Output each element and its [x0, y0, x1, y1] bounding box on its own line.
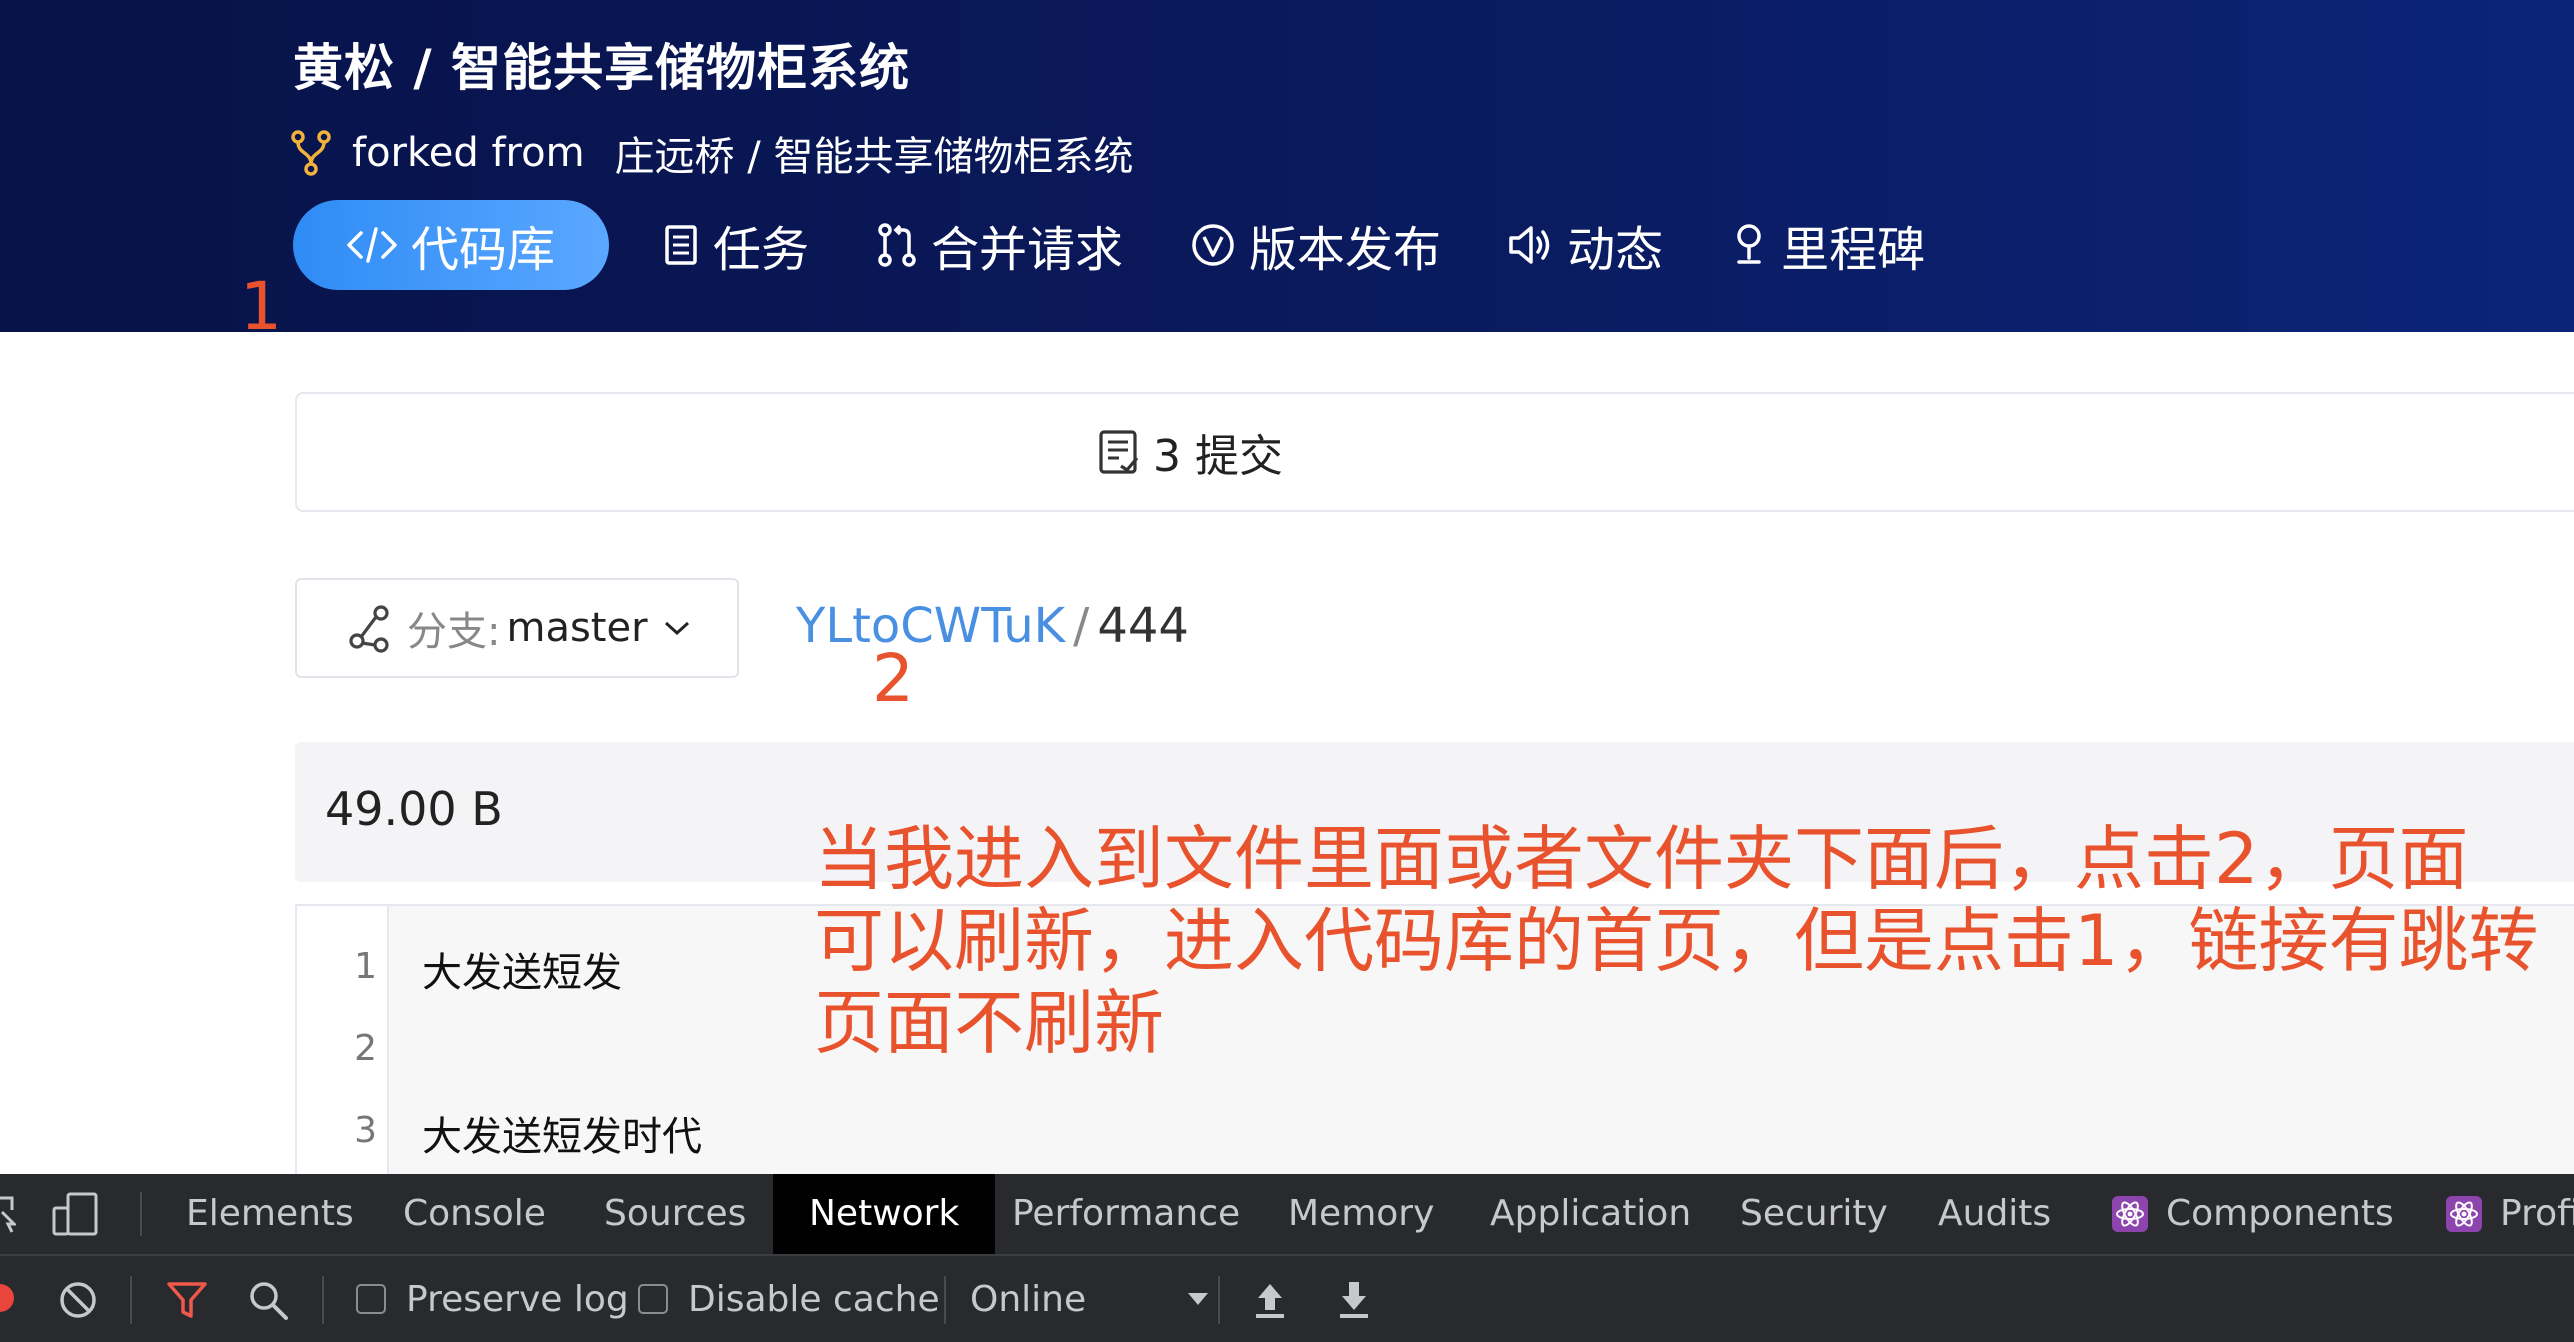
devtools-tab-elements[interactable]: Elements [186, 1174, 354, 1254]
fork-info: forked from 庄远桥 / 智能共享储物柜系统 [290, 122, 1133, 184]
tab-label: 任务 [713, 222, 810, 278]
repo-title[interactable]: 黄松 / 智能共享储物柜系统 [293, 28, 910, 100]
devtools-tabbar: Elements Console Sources Network Perform… [0, 1174, 2574, 1256]
task-icon [665, 225, 697, 265]
devtools-tab-console[interactable]: Console [403, 1174, 546, 1254]
react-icon [2446, 1196, 2482, 1232]
tab-label: 合并请求 [931, 222, 1124, 278]
tab-activity[interactable]: 动态 [1507, 200, 1663, 290]
breadcrumb-repo-link[interactable]: YLtoCWTuK [796, 598, 1065, 654]
tab-milestones[interactable]: 里程碑 [1729, 200, 1925, 290]
devtools-tab-components[interactable]: Components [2166, 1174, 2394, 1254]
branch-prefix: 分支: [407, 609, 501, 655]
disable-cache-toggle[interactable]: Disable cache [638, 1256, 940, 1342]
annotation-label-1: 1 [240, 268, 282, 345]
devtools-tab-profiler[interactable]: Profi [2500, 1174, 2574, 1254]
commit-count: 3 提交 [1153, 431, 1283, 482]
disable-cache-label: Disable cache [688, 1278, 940, 1320]
devtools-tab-sources[interactable]: Sources [604, 1174, 746, 1254]
device-toggle-icon[interactable] [52, 1192, 100, 1236]
annotation-note-line: 页面不刷新 [814, 982, 1164, 1064]
devtools-tab-performance[interactable]: Performance [1012, 1174, 1240, 1254]
speaker-icon [1509, 226, 1550, 264]
preserve-log-checkbox[interactable] [356, 1284, 386, 1314]
clear-icon[interactable] [58, 1280, 98, 1320]
code-icon [347, 227, 397, 263]
commit-link[interactable]: 3 提交 [1097, 394, 1283, 510]
devtools-tab-memory[interactable]: Memory [1288, 1174, 1434, 1254]
tab-label: 里程碑 [1781, 222, 1926, 278]
inspect-icon[interactable] [0, 1196, 16, 1234]
annotation-note-line: 可以刷新，进入代码库的首页，但是点击1，链接有跳转 [814, 900, 2539, 982]
breadcrumb: YLtoCWTuK / 444 [796, 598, 1189, 654]
annotation-note-line: 当我进入到文件里面或者文件夹下面后，点击2，页面 [814, 818, 2469, 900]
code-line: 大发送短发 [422, 950, 622, 996]
fork-source-link[interactable]: 庄远桥 / 智能共享储物柜系统 [615, 124, 1134, 182]
devtools-tab-network[interactable]: Network [773, 1174, 996, 1254]
breadcrumb-file: 444 [1097, 598, 1189, 654]
branch-icon [349, 605, 389, 653]
toolbar-divider [322, 1276, 324, 1324]
tab-label: 动态 [1567, 222, 1664, 278]
annotation-note: 当我进入到文件里面或者文件夹下面后，点击2，页面 可以刷新，进入代码库的首页，但… [814, 818, 2539, 1064]
toolbar-divider [944, 1276, 946, 1324]
record-button[interactable] [0, 1284, 14, 1312]
fork-prefix: forked from [352, 130, 585, 176]
commit-summary: 3 提交 [295, 392, 2574, 512]
line-number: 1 [354, 946, 377, 987]
fork-icon [291, 130, 331, 176]
tab-label: 代码库 [411, 222, 556, 278]
toolbar-divider [130, 1276, 132, 1324]
tab-tasks[interactable]: 任务 [661, 200, 809, 290]
tab-releases[interactable]: 版本发布 [1189, 200, 1441, 290]
dropdown-arrow-icon [1188, 1293, 1209, 1305]
devtools-tab-application[interactable]: Application [1490, 1174, 1691, 1254]
tab-divider [140, 1192, 142, 1236]
tab-code[interactable]: 代码库 [293, 200, 610, 290]
repo-header: 黄松 / 智能共享储物柜系统 forked from 庄远桥 / 智能共享储物柜… [0, 0, 2574, 332]
devtools-panel: Elements Console Sources Network Perform… [0, 1174, 2574, 1342]
branch-name: master [506, 605, 648, 651]
file-size: 49.00 B [325, 782, 503, 836]
tab-merge-requests[interactable]: 合并请求 [875, 200, 1123, 290]
repo-nav: 代码库 任务 合并请求 版本发布 动态 里程碑 [293, 200, 1991, 290]
preserve-log-label: Preserve log [406, 1278, 629, 1320]
line-number: 3 [354, 1110, 377, 1151]
throttle-value: Online [970, 1278, 1087, 1320]
breadcrumb-separator: / [1073, 598, 1090, 654]
milestone-icon [1737, 224, 1761, 264]
search-icon[interactable] [248, 1280, 290, 1322]
commit-icon [1099, 430, 1139, 474]
filter-icon[interactable] [166, 1280, 208, 1320]
devtools-tab-audits[interactable]: Audits [1938, 1174, 2051, 1254]
annotation-label-2: 2 [872, 640, 914, 717]
preserve-log-toggle[interactable]: Preserve log [356, 1256, 629, 1342]
devtools-tab-security[interactable]: Security [1740, 1174, 1888, 1254]
merge-request-icon [878, 223, 916, 267]
line-number: 2 [354, 1028, 377, 1069]
download-icon[interactable] [1336, 1280, 1372, 1320]
disable-cache-checkbox[interactable] [638, 1284, 668, 1314]
toolbar-divider [1218, 1276, 1220, 1324]
upload-icon[interactable] [1252, 1280, 1288, 1320]
react-icon [2112, 1196, 2148, 1232]
tab-label: 版本发布 [1249, 222, 1442, 278]
code-line: 大发送短发时代 [422, 1114, 702, 1160]
network-toolbar: Preserve log Disable cache Online [0, 1256, 2574, 1342]
release-icon [1192, 224, 1234, 266]
throttle-select[interactable]: Online [970, 1256, 1210, 1342]
chevron-down-icon [664, 621, 689, 636]
branch-selector[interactable]: 分支: master [295, 578, 739, 678]
